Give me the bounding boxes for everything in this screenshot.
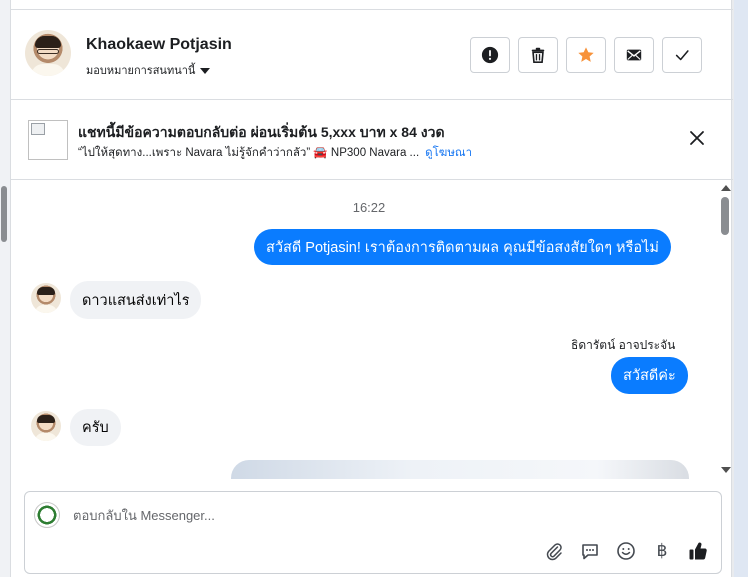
message-timestamp: 16:22 (352, 200, 386, 215)
message-text: ครับ (82, 420, 109, 436)
baht-icon: ฿ (656, 541, 668, 561)
conversation-header: Khaokaew Potjasin มอบหมายการสนทนานี้ (11, 10, 733, 100)
trash-icon (531, 47, 545, 64)
message-sender-name: ธิดารัตน์ อาจประจัน (571, 338, 676, 352)
contact-name[interactable]: Khaokaew Potjasin (86, 36, 232, 54)
conversation-panel: Khaokaew Potjasin มอบหมายการสนทนานี้ แชท… (10, 0, 733, 577)
contact-avatar-small[interactable] (31, 283, 61, 313)
alert-circle-icon (481, 46, 499, 64)
close-icon[interactable] (687, 128, 707, 148)
side-background (734, 0, 748, 577)
contact-avatar-small[interactable] (31, 411, 61, 441)
message-outgoing[interactable]: สวัสดี Potjasin! เราต้องการติดตามผล คุณม… (254, 229, 671, 265)
caret-down-icon (200, 67, 211, 74)
page-avatar (34, 502, 60, 528)
delete-button[interactable] (518, 37, 558, 73)
envelope-icon (626, 49, 642, 61)
assign-conversation-dropdown[interactable]: มอบหมายการสนทนานี้ (86, 61, 211, 79)
reply-composer: ฿ (24, 491, 722, 574)
ad-subtitle-row: “ไปให้สุดทาง...เพราะ Navara ไม่รู้จักคำว… (78, 144, 472, 162)
emoji-button[interactable] (615, 540, 637, 562)
left-scrollbar[interactable] (0, 0, 10, 577)
ad-thumbnail[interactable] (28, 120, 68, 160)
message-thread[interactable]: 16:22 สวัสดี Potjasin! เราต้องการติดตามผ… (11, 181, 733, 479)
star-button[interactable] (566, 37, 606, 73)
left-scrollbar-thumb[interactable] (1, 186, 7, 242)
scroll-down-arrow-icon[interactable] (721, 467, 731, 473)
ad-subtitle: “ไปให้สุดทาง...เพราะ Navara ไม่รู้จักคำว… (78, 147, 420, 159)
message-incoming[interactable]: ครับ (70, 409, 121, 446)
attach-button[interactable] (543, 540, 565, 562)
message-text: สวัสดีค่ะ (623, 368, 676, 384)
mark-done-button[interactable] (662, 37, 702, 73)
assign-label: มอบหมายการสนทนานี้ (86, 65, 196, 77)
contact-avatar[interactable] (25, 30, 71, 76)
payment-button[interactable]: ฿ (651, 540, 673, 562)
star-icon (578, 47, 594, 62)
emoji-icon (617, 542, 635, 560)
message-text: ดาวแสนส่งเท่าไร (82, 292, 190, 309)
paperclip-icon (546, 543, 562, 561)
image-attachment[interactable] (231, 460, 689, 479)
report-button[interactable] (470, 37, 510, 73)
view-ad-link[interactable]: ดูโฆษณา (425, 144, 472, 162)
mark-unread-button[interactable] (614, 37, 654, 73)
checkmark-icon (675, 50, 689, 61)
like-button[interactable] (687, 540, 709, 562)
reply-input[interactable] (73, 504, 673, 526)
ad-title: แชทนี้มีข้อความตอบกลับต่อ ผ่อนเริ่มต้น 5… (78, 124, 445, 140)
saved-replies-icon (582, 544, 598, 560)
scrollbar-thumb[interactable] (721, 197, 729, 235)
ad-context-banner: แชทนี้มีข้อความตอบกลับต่อ ผ่อนเริ่มต้น 5… (11, 100, 733, 180)
thumbs-up-icon (689, 542, 707, 560)
saved-replies-button[interactable] (579, 540, 601, 562)
message-incoming[interactable]: ดาวแสนส่งเท่าไร (70, 281, 202, 319)
message-text: สวัสดี Potjasin! เราต้องการติดตามผล คุณม… (266, 239, 659, 256)
message-outgoing[interactable]: สวัสดีค่ะ (611, 357, 688, 394)
thread-scrollbar[interactable] (717, 181, 733, 479)
scroll-up-arrow-icon[interactable] (721, 185, 731, 191)
